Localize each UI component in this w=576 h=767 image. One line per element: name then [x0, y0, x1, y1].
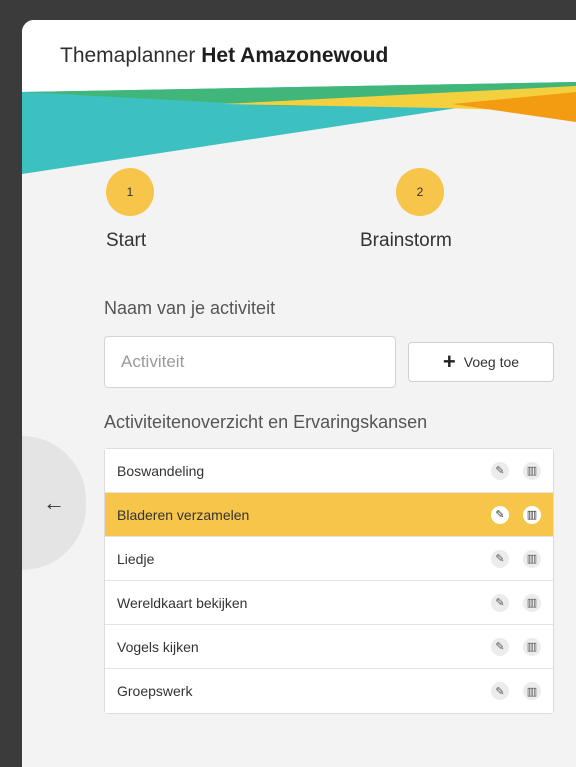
page-title: Themaplanner Het Amazonewoud — [60, 44, 388, 68]
trash-icon[interactable]: ▥ — [523, 637, 541, 656]
step-2-circle[interactable]: 2 — [396, 168, 444, 216]
themaplanner-panel: Themaplanner Het Amazonewoud 1 Start 2 B… — [22, 20, 576, 767]
pencil-icon[interactable]: ✎ — [491, 549, 509, 568]
row-actions: ✎ ▥ — [491, 625, 541, 668]
step-2-number: 2 — [416, 185, 424, 199]
title-theme: Het Amazonewoud — [201, 44, 389, 67]
row-actions: ✎ ▥ — [491, 669, 541, 713]
trash-icon[interactable]: ▥ — [523, 593, 541, 612]
trash-icon[interactable]: ▥ — [523, 505, 541, 524]
list-item[interactable]: Wereldkaart bekijken ✎ ▥ — [105, 581, 553, 625]
window-frame-top — [0, 0, 576, 20]
title-prefix: Themaplanner — [60, 44, 196, 67]
activity-label: Bladeren verzamelen — [117, 506, 250, 523]
step-1-number: 1 — [126, 185, 134, 199]
arrow-left-icon: ← — [43, 490, 65, 515]
trash-icon[interactable]: ▥ — [523, 549, 541, 568]
step-2-label[interactable]: Brainstorm — [360, 230, 452, 252]
activity-label: Liedje — [117, 550, 155, 567]
list-item[interactable]: Vogels kijken ✎ ▥ — [105, 625, 553, 669]
trash-icon[interactable]: ▥ — [523, 461, 541, 480]
activity-input[interactable] — [104, 336, 396, 388]
trash-icon[interactable]: ▥ — [523, 682, 541, 700]
pencil-icon[interactable]: ✎ — [491, 461, 509, 480]
back-button[interactable]: ← — [22, 436, 86, 570]
pencil-icon[interactable]: ✎ — [491, 593, 509, 612]
step-1-circle[interactable]: 1 — [106, 168, 154, 216]
activity-label: Groepswerk — [117, 683, 193, 699]
activity-list: Boswandeling ✎ ▥ Bladeren verzamelen ✎ ▥… — [104, 448, 554, 714]
activity-label: Wereldkaart bekijken — [117, 594, 248, 611]
pencil-icon[interactable]: ✎ — [491, 682, 509, 700]
plus-icon: + — [442, 349, 456, 374]
row-actions: ✎ ▥ — [491, 449, 541, 492]
activities-overview-heading: Activiteitenoverzicht en Ervaringskansen — [104, 412, 428, 432]
activity-name-label: Naam van je activiteit — [104, 298, 276, 318]
row-actions: ✎ ▥ — [491, 493, 541, 536]
activity-label: Vogels kijken — [117, 638, 199, 655]
row-actions: ✎ ▥ — [491, 537, 541, 580]
window-frame-left — [0, 0, 22, 767]
list-item[interactable]: Groepswerk ✎ ▥ — [105, 669, 553, 713]
decorative-banner — [22, 82, 576, 174]
step-1-label[interactable]: Start — [106, 230, 146, 252]
activity-label: Boswandeling — [117, 462, 205, 479]
list-item[interactable]: Bladeren verzamelen ✎ ▥ — [105, 493, 553, 537]
list-item[interactable]: Liedje ✎ ▥ — [105, 537, 553, 581]
pencil-icon[interactable]: ✎ — [491, 505, 509, 524]
add-button-label: Voeg toe — [463, 354, 520, 370]
add-activity-button[interactable]: + Voeg toe — [408, 342, 554, 382]
row-actions: ✎ ▥ — [491, 581, 541, 624]
list-item[interactable]: Boswandeling ✎ ▥ — [105, 449, 553, 493]
pencil-icon[interactable]: ✎ — [491, 637, 509, 656]
